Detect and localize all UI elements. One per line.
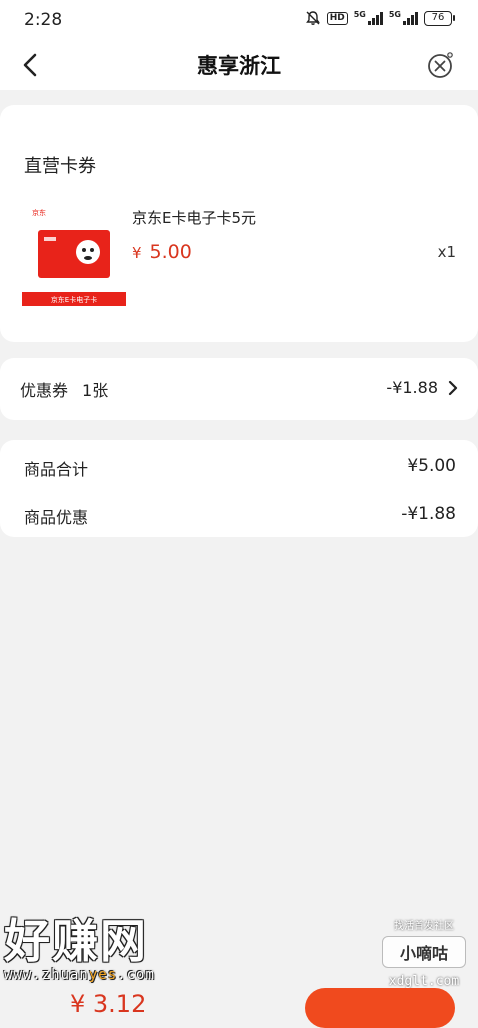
product-quantity: x1: [437, 243, 456, 261]
summary-row-discount: 商品优惠 -¥1.88: [24, 504, 456, 528]
coupon-label-text: 优惠券: [20, 381, 69, 400]
signal-1-label: 5G: [353, 10, 366, 19]
product-image-caption: 京东E卡电子卡: [51, 295, 97, 304]
watermark-url-part: .com: [117, 967, 155, 983]
watermark-right-brand: 小嘀咕: [382, 936, 466, 968]
product-price: ¥5.00: [132, 241, 192, 263]
coupon-row[interactable]: 优惠券 1张 -¥1.88: [0, 358, 478, 420]
coupon-label: 优惠券 1张: [20, 377, 108, 401]
close-circle-icon[interactable]: [424, 49, 456, 81]
watermark-left: 好赚网 www.zhuanyes.com: [4, 915, 204, 983]
watermark-url-highlight: yes: [88, 967, 118, 983]
coupon-value: -¥1.88: [386, 378, 438, 397]
signal-1-icon: 5G: [354, 11, 383, 25]
coupon-count: 1张: [82, 381, 109, 400]
hd-badge: HD: [326, 11, 348, 25]
product-image: 京东 京东E卡电子卡: [22, 200, 128, 306]
status-bar: 2:28 HD 5G 5G 76: [0, 0, 478, 40]
product-price-value: 5.00: [149, 241, 192, 263]
product-price-currency: ¥: [132, 244, 142, 262]
summary-label: 商品合计: [24, 460, 89, 479]
summary-label: 商品优惠: [24, 508, 89, 527]
signal-2-icon: 5G: [389, 11, 418, 25]
summary-value: -¥1.88: [401, 504, 456, 524]
signal-2-label: 5G: [388, 10, 401, 19]
watermark-left-title: 好赚网: [4, 914, 148, 968]
summary-value: ¥5.00: [407, 456, 456, 476]
mute-bell-icon: [305, 11, 320, 25]
status-time: 2:28: [24, 10, 63, 30]
section-title: 直营卡券: [24, 156, 96, 177]
battery-icon: 76: [424, 10, 455, 26]
summary-row-subtotal: 商品合计 ¥5.00: [24, 456, 456, 480]
nav-bar: 惠享浙江: [0, 40, 478, 90]
product-name: 京东E卡电子卡5元: [132, 209, 257, 227]
status-icons: HD 5G 5G 76: [305, 10, 455, 26]
watermark-right-url: xdglt.com: [388, 974, 460, 989]
chevron-right-icon[interactable]: [446, 379, 460, 397]
page-title: 惠享浙江: [197, 54, 281, 78]
watermark-right: 找活首发社区 小嘀咕 xdglt.com: [382, 917, 466, 989]
watermark-right-top: 找活首发社区: [394, 921, 454, 932]
bottom-total: ¥ 3.12: [70, 990, 147, 1018]
watermark-url-part: www.zhuan: [4, 967, 89, 983]
summary-card: 商品合计 ¥5.00 商品优惠 -¥1.88: [0, 440, 478, 537]
product-image-brand: 京东: [32, 208, 46, 217]
submit-order-button[interactable]: [305, 988, 455, 1028]
watermark-left-url: www.zhuanyes.com: [4, 967, 204, 983]
